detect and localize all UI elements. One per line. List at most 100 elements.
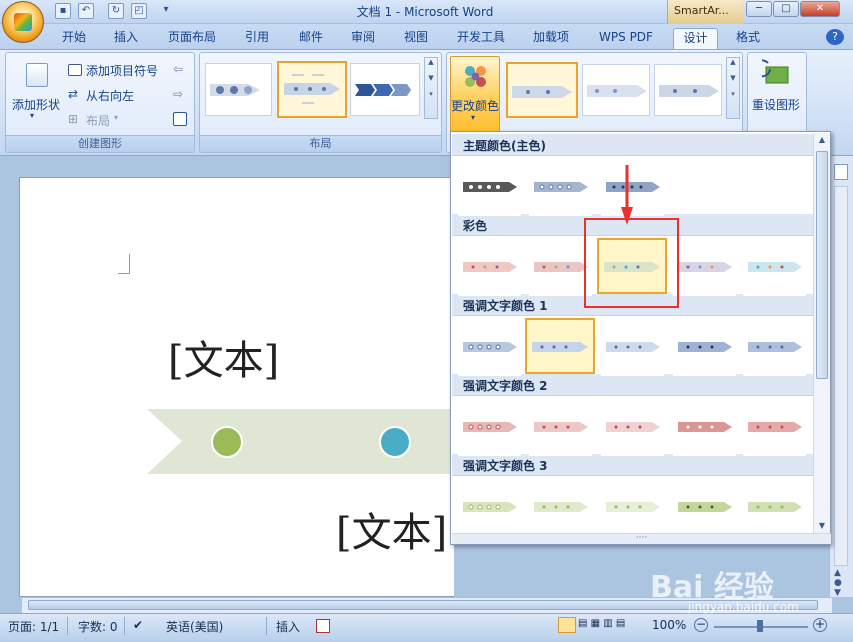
- document-page[interactable]: [文本] [文本]: [19, 177, 455, 597]
- color-option-colorful-4[interactable]: [673, 240, 736, 296]
- color-option-accent2-1[interactable]: [458, 400, 521, 456]
- redo-icon[interactable]: ↻: [108, 3, 124, 19]
- language-indicator[interactable]: 英语(美国): [166, 618, 223, 635]
- red-arrow-icon: [621, 165, 633, 225]
- style-thumbnail-3[interactable]: [654, 64, 722, 116]
- color-option-colorful-1[interactable]: [458, 240, 521, 296]
- help-icon[interactable]: ?: [826, 29, 844, 45]
- color-option-accent2-4[interactable]: [673, 400, 736, 456]
- section-theme-primary: 主题颜色(主色): [452, 134, 814, 156]
- ribbon-tabs: 开始 插入 页面布局 引用 邮件 审阅 视图 开发工具 加载项 WPS PDF …: [0, 24, 853, 49]
- layout-gallery-scroll[interactable]: ▲ ▼ ▾: [424, 57, 438, 119]
- dropdown-resize-grip[interactable]: ····: [452, 533, 831, 544]
- customize-icon[interactable]: ▾: [158, 3, 174, 19]
- color-option-accent3-4[interactable]: [673, 480, 736, 536]
- baidu-watermark-url: jingyan.baidu.com: [688, 600, 799, 614]
- color-option-accent1-5[interactable]: [743, 320, 806, 376]
- dropdown-scrollbar[interactable]: ▲ ▼: [813, 133, 830, 533]
- office-button[interactable]: [2, 1, 44, 43]
- color-option-accent3-1[interactable]: [458, 480, 521, 536]
- color-option-colorful-2[interactable]: [529, 240, 592, 296]
- add-bullet-button[interactable]: 添加项目符号: [86, 62, 158, 79]
- zoom-slider-thumb[interactable]: [757, 620, 763, 632]
- tab-mailings[interactable]: 邮件: [291, 28, 331, 49]
- print-preview-icon[interactable]: ◰: [131, 3, 147, 19]
- color-option-accent1-4[interactable]: [673, 320, 736, 376]
- color-palette-icon: [465, 66, 486, 87]
- view-buttons-icon[interactable]: ▤ ▦ ▥ ▤: [578, 618, 625, 629]
- smartart-circle-2: [379, 426, 411, 458]
- zoom-in-icon[interactable]: +: [813, 618, 827, 632]
- color-option-accent3-3[interactable]: [601, 480, 664, 536]
- status-bar: 页面: 1/1 字数: 0 ✔ 英语(美国) 插入 ▤ ▦ ▥ ▤ 100% −…: [0, 613, 853, 642]
- highlight-box: [584, 218, 679, 308]
- color-option-accent1-2-selected[interactable]: [525, 318, 595, 374]
- color-option-accent2-3[interactable]: [601, 400, 664, 456]
- tab-format[interactable]: 格式: [728, 28, 768, 49]
- zoom-level[interactable]: 100%: [652, 618, 686, 632]
- window-title: 文档 1 - Microsoft Word: [356, 5, 494, 19]
- vertical-scrollbar[interactable]: [834, 186, 848, 566]
- color-option-accent2-5[interactable]: [743, 400, 806, 456]
- save-icon[interactable]: ▪: [55, 3, 71, 19]
- color-option-primary-2[interactable]: [529, 160, 592, 216]
- tab-review[interactable]: 审阅: [343, 28, 383, 49]
- style-thumbnail-1-selected[interactable]: [506, 62, 578, 118]
- smartart-text-bottom[interactable]: [文本]: [336, 500, 447, 558]
- maximize-button[interactable]: □: [773, 1, 799, 17]
- layout-thumbnail-3[interactable]: [350, 63, 420, 116]
- tab-home[interactable]: 开始: [54, 28, 94, 49]
- tab-references[interactable]: 引用: [237, 28, 277, 49]
- status-divider: [67, 617, 68, 635]
- minimize-button[interactable]: ─: [746, 1, 772, 17]
- tab-insert[interactable]: 插入: [106, 28, 146, 49]
- word-count[interactable]: 字数: 0: [78, 618, 118, 635]
- bullet-list-icon: [68, 64, 82, 76]
- tab-addins[interactable]: 加载项: [525, 28, 577, 49]
- view-ruler-icon[interactable]: [834, 164, 848, 180]
- color-option-accent3-2[interactable]: [529, 480, 592, 536]
- smartart-text-top[interactable]: [文本]: [168, 328, 279, 386]
- scroll-down-icon: ▼: [818, 521, 826, 530]
- layout-group: ▲ ▼ ▾ 布局: [199, 52, 442, 153]
- style-gallery-scroll[interactable]: ▲ ▼ ▾: [726, 57, 740, 119]
- layout-thumbnail-1[interactable]: [205, 63, 272, 116]
- color-option-accent1-1[interactable]: [458, 320, 521, 376]
- smartart-tools-context-tab[interactable]: SmartAr...: [667, 0, 743, 24]
- print-layout-view-icon[interactable]: [558, 617, 576, 633]
- tab-design[interactable]: 设计: [673, 28, 718, 49]
- promote-icon[interactable]: ⇦: [173, 62, 183, 76]
- color-option-accent2-2[interactable]: [529, 400, 592, 456]
- page-count[interactable]: 页面: 1/1: [8, 618, 59, 635]
- vertical-ruler-scroll[interactable]: ▲ ● ▼: [829, 156, 853, 598]
- add-shape-icon: [26, 63, 48, 87]
- tab-view[interactable]: 视图: [396, 28, 436, 49]
- tab-wps-pdf[interactable]: WPS PDF: [590, 28, 662, 49]
- text-pane-icon[interactable]: [173, 112, 187, 126]
- color-option-primary-dark[interactable]: [458, 160, 521, 216]
- section-accent-3: 强调文字颜色 3: [452, 454, 814, 476]
- close-button[interactable]: ✕: [800, 1, 840, 17]
- color-option-colorful-5[interactable]: [743, 240, 806, 296]
- scroll-up-icon: ▲: [818, 135, 826, 144]
- color-option-accent3-5[interactable]: [743, 480, 806, 536]
- proofing-icon[interactable]: ✔: [133, 618, 143, 632]
- color-option-accent1-3[interactable]: [601, 320, 664, 376]
- tab-developer[interactable]: 开发工具: [449, 28, 513, 49]
- demote-icon[interactable]: ⇨: [173, 87, 183, 101]
- right-to-left-button[interactable]: 从右向左: [86, 87, 134, 104]
- undo-icon[interactable]: ↶: [78, 3, 94, 19]
- margin-marker: [118, 254, 130, 274]
- layout-thumbnail-2-selected[interactable]: [277, 61, 347, 118]
- style-thumbnail-2[interactable]: [582, 64, 650, 116]
- insert-mode[interactable]: 插入: [276, 618, 300, 635]
- macro-record-icon[interactable]: [316, 619, 330, 633]
- page-nav-icons[interactable]: ▲ ● ▼: [834, 568, 842, 598]
- change-colors-button[interactable]: 更改颜色 ▾: [450, 56, 500, 134]
- reset-graphic-button[interactable]: 重设图形: [752, 96, 800, 113]
- change-colors-dropdown: 主题颜色(主色) 彩色 强调文字颜色 1 强调文字颜色 2 强调文字颜色 3 ▲…: [450, 131, 831, 545]
- add-shape-button[interactable]: 添加形状: [12, 96, 60, 113]
- tab-page-layout[interactable]: 页面布局: [160, 28, 224, 49]
- layout-group-title: 布局: [200, 135, 441, 152]
- zoom-out-icon[interactable]: −: [694, 618, 708, 632]
